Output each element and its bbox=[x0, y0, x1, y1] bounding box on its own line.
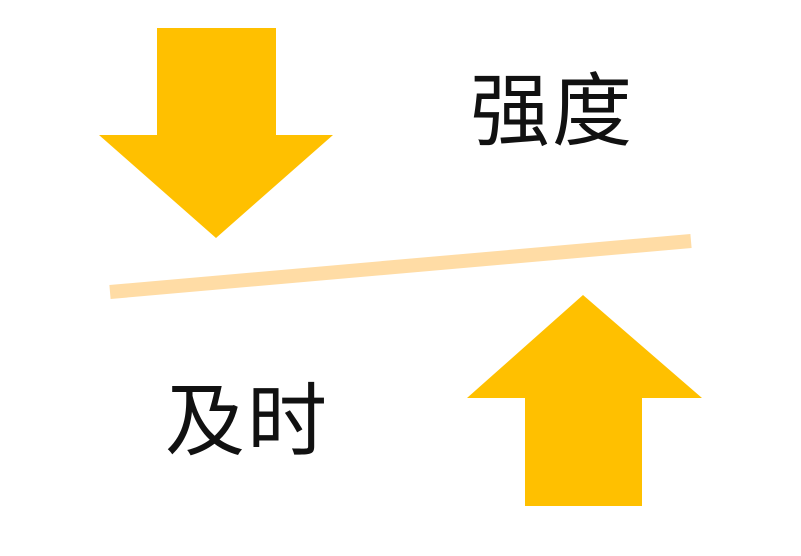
timely-label: 及时 bbox=[165, 375, 329, 468]
up-arrow-icon bbox=[467, 295, 702, 506]
balance-diagram bbox=[99, 28, 702, 506]
balance-beam bbox=[109, 234, 692, 299]
intensity-label: 强度 bbox=[470, 65, 634, 158]
down-arrow-icon bbox=[99, 28, 333, 238]
